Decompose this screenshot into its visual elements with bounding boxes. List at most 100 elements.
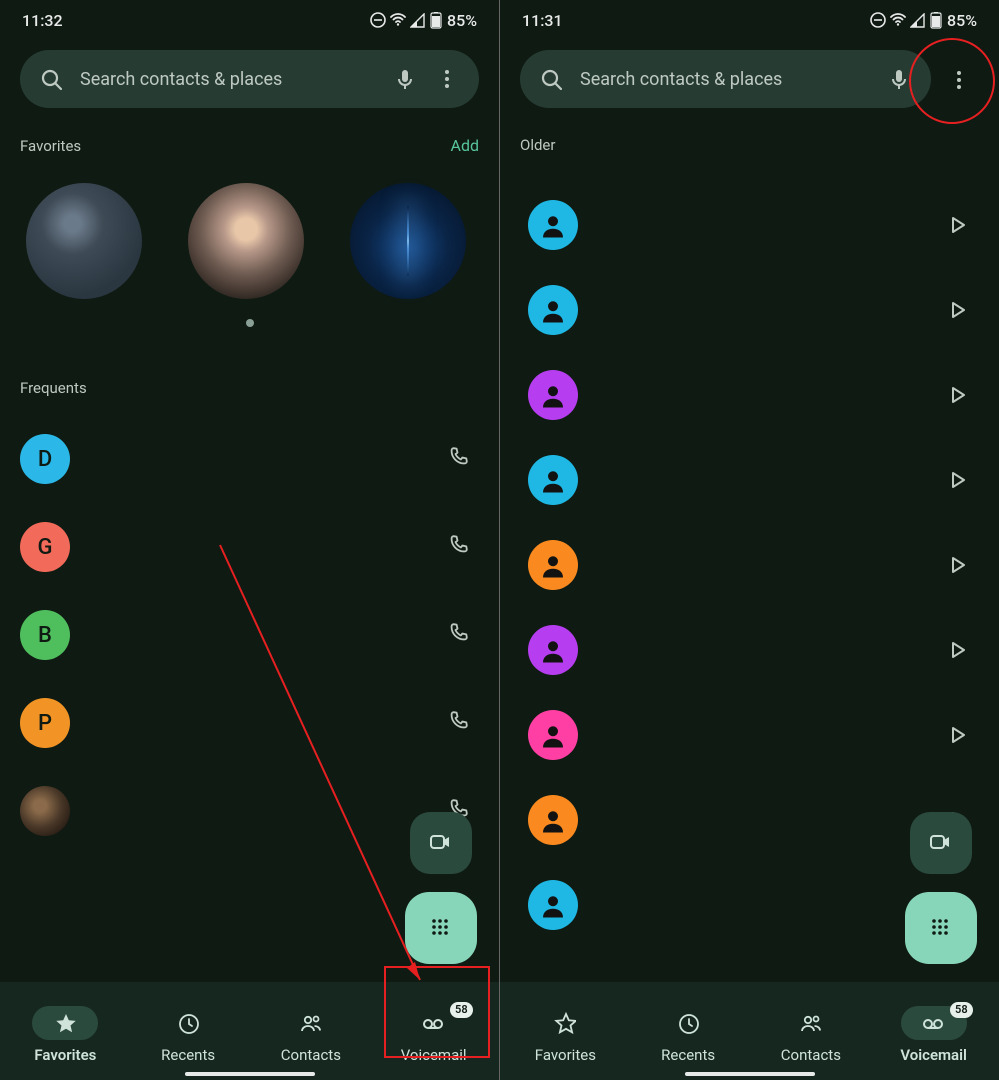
add-favorite-button[interactable]: Add — [451, 136, 479, 155]
play-icon[interactable] — [945, 213, 965, 237]
call-icon[interactable] — [447, 445, 471, 473]
nav-contacts[interactable]: Contacts — [250, 990, 373, 1080]
play-icon[interactable] — [945, 383, 965, 407]
more-icon[interactable] — [435, 67, 459, 91]
more-icon[interactable] — [947, 68, 971, 92]
favorites-row — [0, 165, 499, 319]
frequent-contact-row[interactable]: B — [20, 591, 499, 679]
nav-recents[interactable]: Recents — [627, 990, 750, 1080]
screen-favorites: 11:32 85% Search contacts & places Favor… — [0, 0, 499, 1080]
voicemail-row[interactable] — [528, 352, 999, 437]
signal-icon — [910, 13, 925, 28]
bottom-nav: Favorites Recents Contacts 58 Voicemail — [500, 982, 999, 1080]
fab-stack — [905, 812, 977, 964]
voicemail-row[interactable] — [528, 522, 999, 607]
caller-avatar — [528, 200, 578, 250]
clock-icon — [677, 1012, 699, 1034]
dnd-icon — [370, 12, 386, 28]
search-icon — [540, 68, 562, 90]
status-icons: 85% — [370, 11, 477, 30]
status-battery: 85% — [447, 11, 477, 30]
fab-stack — [405, 812, 477, 964]
voicemail-badge: 58 — [450, 1002, 473, 1018]
frequent-contact-row[interactable]: D — [20, 415, 499, 503]
video-call-fab[interactable] — [910, 812, 972, 874]
wifi-icon — [890, 12, 906, 28]
mic-icon[interactable] — [887, 67, 911, 91]
gesture-bar — [685, 1072, 815, 1076]
star-icon — [554, 1012, 576, 1034]
battery-icon — [929, 12, 943, 29]
call-icon[interactable] — [447, 533, 471, 561]
favorites-header-row: Favorites Add — [0, 120, 499, 165]
favorites-header: Favorites — [20, 137, 81, 155]
dnd-icon — [870, 12, 886, 28]
contact-avatar: P — [20, 698, 70, 748]
voicemail-row[interactable] — [528, 182, 999, 267]
status-time: 11:32 — [22, 11, 63, 30]
frequent-contact-row[interactable]: P — [20, 679, 499, 767]
play-icon[interactable] — [945, 638, 965, 662]
status-bar: 11:32 85% — [0, 0, 499, 38]
caller-avatar — [528, 540, 578, 590]
wifi-icon — [390, 12, 406, 28]
voicemail-row[interactable] — [528, 437, 999, 522]
contacts-icon — [299, 1011, 323, 1035]
frequents-header: Frequents — [20, 379, 87, 397]
voicemail-icon — [421, 1012, 447, 1034]
caller-avatar — [528, 795, 578, 845]
voicemail-icon — [921, 1012, 947, 1034]
mic-icon[interactable] — [393, 67, 417, 91]
nav-voicemail[interactable]: 58 Voicemail — [872, 990, 995, 1080]
signal-icon — [410, 13, 425, 28]
dialpad-fab[interactable] — [405, 892, 477, 964]
favorite-contact[interactable] — [26, 183, 142, 299]
nav-voicemail[interactable]: 58 Voicemail — [372, 990, 495, 1080]
caller-avatar — [528, 285, 578, 335]
play-icon[interactable] — [945, 298, 965, 322]
status-bar: 11:31 85% — [500, 0, 999, 38]
clock-icon — [177, 1012, 199, 1034]
voicemail-row[interactable] — [528, 267, 999, 352]
favorite-contact[interactable] — [350, 183, 466, 299]
nav-favorites[interactable]: Favorites — [4, 990, 127, 1080]
nav-favorites[interactable]: Favorites — [504, 990, 627, 1080]
battery-icon — [429, 12, 443, 29]
contacts-icon — [799, 1011, 823, 1035]
contact-avatar: D — [20, 434, 70, 484]
gesture-bar — [185, 1072, 315, 1076]
voicemail-row[interactable] — [528, 692, 999, 777]
caller-avatar — [528, 455, 578, 505]
play-icon[interactable] — [945, 553, 965, 577]
caller-avatar — [528, 880, 578, 930]
search-bar[interactable]: Search contacts & places — [20, 50, 479, 108]
voicemail-row[interactable] — [528, 607, 999, 692]
older-header-row: Older — [500, 120, 999, 164]
caller-avatar — [528, 710, 578, 760]
frequent-contact-row[interactable]: G — [20, 503, 499, 591]
call-icon[interactable] — [447, 621, 471, 649]
contact-avatar: B — [20, 610, 70, 660]
frequents-header-row: Frequents — [0, 333, 499, 407]
bottom-nav: Favorites Recents Contacts 58 Voicemail — [0, 982, 499, 1080]
search-placeholder: Search contacts & places — [80, 69, 375, 90]
nav-contacts[interactable]: Contacts — [750, 990, 873, 1080]
call-icon[interactable] — [447, 709, 471, 737]
play-icon[interactable] — [945, 723, 965, 747]
favorite-contact[interactable] — [188, 183, 304, 299]
search-placeholder: Search contacts & places — [580, 69, 869, 90]
caller-avatar — [528, 625, 578, 675]
search-bar[interactable]: Search contacts & places — [520, 50, 931, 108]
caller-avatar — [528, 370, 578, 420]
voicemail-badge: 58 — [950, 1002, 973, 1018]
search-icon — [40, 68, 62, 90]
contact-avatar — [20, 786, 70, 836]
video-call-fab[interactable] — [410, 812, 472, 874]
status-time: 11:31 — [522, 11, 563, 30]
pager-dot — [246, 319, 254, 327]
star-icon — [54, 1012, 76, 1034]
screen-voicemail: 11:31 85% Search contacts & places Older… — [499, 0, 999, 1080]
play-icon[interactable] — [945, 468, 965, 492]
nav-recents[interactable]: Recents — [127, 990, 250, 1080]
dialpad-fab[interactable] — [905, 892, 977, 964]
